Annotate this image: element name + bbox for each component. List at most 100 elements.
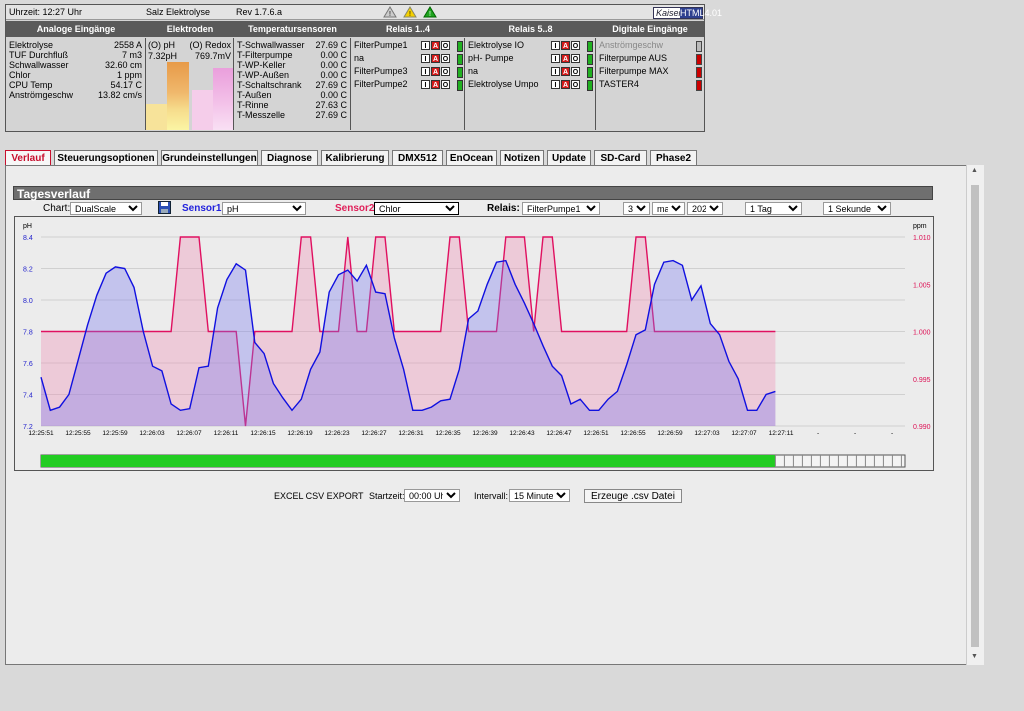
tab-dmx512[interactable]: DMX512	[392, 150, 443, 165]
digital-state-led	[696, 67, 702, 78]
sensor2-select[interactable]: Chlor	[374, 202, 459, 215]
iao-a-button[interactable]: A	[561, 80, 570, 89]
iao-o-button[interactable]: O	[441, 67, 450, 76]
iao-switch[interactable]: IAO	[551, 53, 583, 63]
iao-a-button[interactable]: A	[431, 41, 440, 50]
iao-i-button[interactable]: I	[421, 41, 430, 50]
day-select[interactable]: 31	[623, 202, 650, 215]
x-tick-label: 12:27:03	[694, 430, 720, 437]
x-tick-label: 12:26:43	[509, 430, 535, 437]
iao-switch[interactable]: IAO	[421, 66, 453, 76]
ph-bar-base	[146, 104, 167, 130]
iao-i-button[interactable]: I	[551, 80, 560, 89]
iao-o-button[interactable]: O	[441, 80, 450, 89]
iao-o-button[interactable]: O	[441, 54, 450, 63]
iao-o-button[interactable]: O	[571, 80, 580, 89]
x-tick-label: 12:26:39	[472, 430, 498, 437]
y-right-tick-label: 1.010	[913, 235, 931, 242]
y-right-unit: ppm	[913, 223, 927, 230]
iao-i-button[interactable]: I	[421, 54, 430, 63]
tab-kalibrierung[interactable]: Kalibrierung	[321, 150, 389, 165]
iao-o-button[interactable]: O	[441, 41, 450, 50]
iao-i-button[interactable]: I	[421, 80, 430, 89]
digital-inputs: Anströmgeschw Filterpumpe AUS Filterpumpe …	[596, 38, 703, 130]
export-csv-button[interactable]: Erzeuge .csv Datei	[584, 489, 682, 503]
x-tick-label: 12:25:55	[65, 430, 91, 437]
section-headers: Analoge Eingänge Elektroden Temperaturse…	[6, 21, 704, 37]
iao-switch[interactable]: IAO	[421, 53, 453, 63]
y-left-tick-label: 8.0	[23, 298, 33, 305]
iao-switch[interactable]: IAO	[551, 66, 583, 76]
start-time-select[interactable]: 00:00 Uhr	[404, 489, 460, 502]
year-select[interactable]: 2023	[687, 202, 723, 215]
iao-switch[interactable]: IAO	[421, 40, 453, 50]
iao-a-button[interactable]: A	[561, 54, 570, 63]
iao-a-button[interactable]: A	[431, 80, 440, 89]
tab-diagnose[interactable]: Diagnose	[261, 150, 318, 165]
iao-a-button[interactable]: A	[431, 54, 440, 63]
warning-green-icon: !	[423, 6, 437, 18]
tab-steuerungsoptionen[interactable]: Steuerungsoptionen	[54, 150, 158, 165]
relais-select[interactable]: FilterPumpe1	[522, 202, 600, 215]
chart-label: Chart:	[43, 203, 71, 214]
tab-phase2[interactable]: Phase2	[650, 150, 697, 165]
x-tick-label: 12:26:47	[546, 430, 572, 437]
relais-state-led	[587, 54, 593, 65]
x-tick-label: -	[891, 430, 893, 437]
iao-i-button[interactable]: I	[551, 67, 560, 76]
save-icon[interactable]	[158, 201, 171, 214]
x-tick-label: 12:25:51	[28, 430, 54, 437]
x-tick-label: 12:26:23	[324, 430, 350, 437]
iao-o-button[interactable]: O	[571, 54, 580, 63]
tab-enocean[interactable]: EnOcean	[446, 150, 497, 165]
interval-select[interactable]: 1 Sekunde	[823, 202, 891, 215]
chart-type-select[interactable]: DualScale	[70, 202, 142, 215]
export-interval-select[interactable]: 15 Minuten	[509, 489, 570, 502]
relais-label: Relais:	[487, 203, 520, 214]
ph-bar	[167, 62, 189, 130]
tab-grundeinstellungen[interactable]: Grundeinstellungen	[161, 150, 258, 165]
header-relais-5-8: Relais 5..8	[508, 24, 553, 34]
header-analog: Analoge Eingänge	[36, 24, 116, 34]
temp-row: T-Messzelle 27.69 C	[237, 110, 347, 120]
month-select[interactable]: may	[652, 202, 685, 215]
iao-a-button[interactable]: A	[431, 67, 440, 76]
iao-i-button[interactable]: I	[421, 67, 430, 76]
iao-switch[interactable]: IAO	[551, 79, 583, 89]
tab-notizen[interactable]: Notizen	[500, 150, 544, 165]
clock-text: Uhrzeit: 12:27 Uhr	[9, 7, 83, 17]
tab-update[interactable]: Update	[547, 150, 591, 165]
revision-text: Rev 1.7.6.a	[236, 7, 283, 17]
relais-state-led	[457, 80, 463, 91]
tab-sd-card[interactable]: SD-Card	[594, 150, 647, 165]
iao-i-button[interactable]: I	[551, 54, 560, 63]
scrollbar-thumb[interactable]	[971, 185, 979, 647]
relais-state-led	[457, 41, 463, 52]
x-tick-label: 12:26:59	[657, 430, 683, 437]
scroll-up-icon[interactable]: ▲	[971, 167, 978, 174]
x-tick-label: 12:27:11	[769, 430, 794, 437]
tab-verlauf[interactable]: Verlauf	[5, 150, 51, 165]
digital-state-led	[696, 41, 702, 52]
y-left-tick-label: 7.4	[23, 393, 33, 400]
range-select[interactable]: 1 Tag	[745, 202, 802, 215]
iao-switch[interactable]: IAO	[421, 79, 453, 89]
relais-state-led	[587, 67, 593, 78]
iao-switch[interactable]: IAO	[551, 40, 583, 50]
relais-state-led	[457, 54, 463, 65]
iao-o-button[interactable]: O	[571, 67, 580, 76]
relais-name: FilterPumpe2	[354, 79, 408, 89]
header-relais-1-4: Relais 1..4	[385, 24, 431, 34]
sensor1-select[interactable]: pH	[222, 202, 306, 215]
iao-i-button[interactable]: I	[551, 41, 560, 50]
y-right-tick-label: 1.000	[913, 330, 931, 337]
y-left-unit: pH	[23, 223, 32, 230]
iao-a-button[interactable]: A	[561, 67, 570, 76]
iao-a-button[interactable]: A	[561, 41, 570, 50]
x-tick-label: -	[854, 430, 856, 437]
start-time-label: Startzeit:	[369, 491, 405, 501]
iao-o-button[interactable]: O	[571, 41, 580, 50]
relais-state-led	[587, 80, 593, 91]
warning-grey-icon: !	[383, 6, 397, 18]
scroll-down-icon[interactable]: ▼	[971, 653, 978, 660]
